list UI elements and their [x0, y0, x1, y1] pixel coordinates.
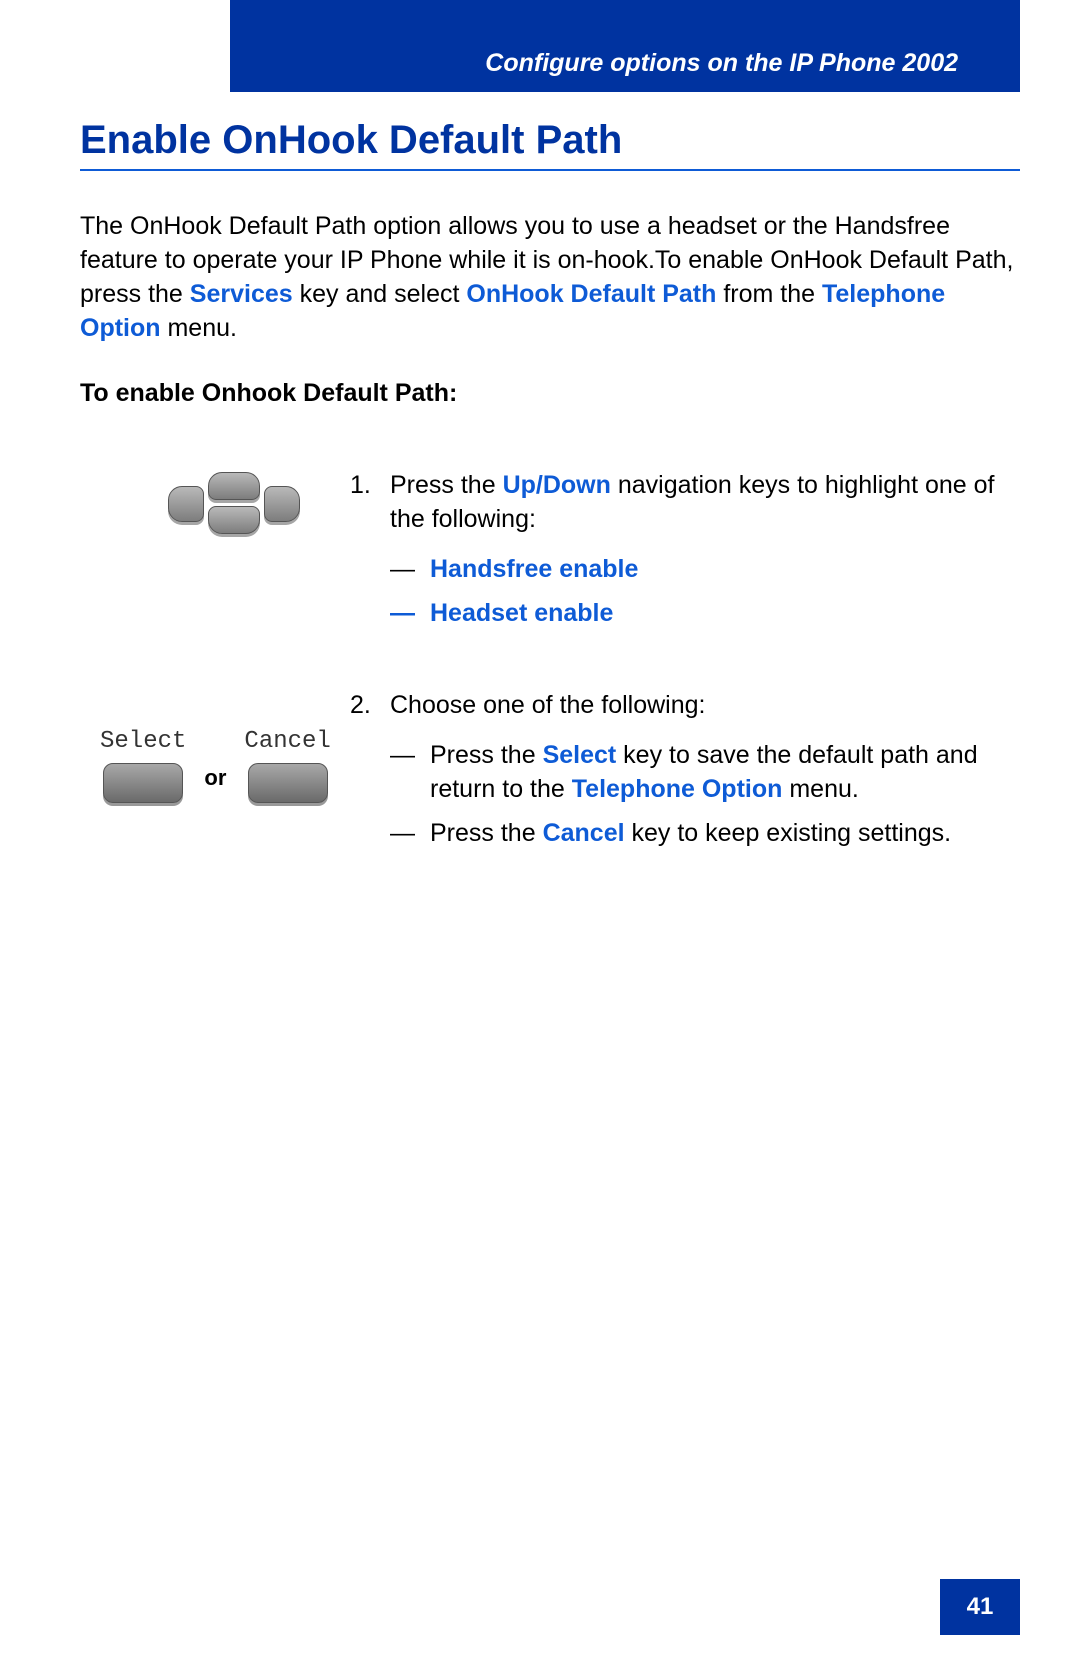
- document-page: Configure options on the IP Phone 2002 E…: [0, 0, 1080, 1669]
- intro-text-4: menu.: [161, 314, 237, 342]
- navigation-pad-icon: [164, 472, 304, 554]
- step-1-body: 1. Press the Up/Down navigation keys to …: [350, 468, 1020, 630]
- header-title: Configure options on the IP Phone 2002: [485, 49, 958, 78]
- procedure-subhead: To enable Onhook Default Path:: [80, 379, 1020, 408]
- step-2-dash-1: —: [390, 738, 414, 806]
- step-2a-text-1: Press the: [430, 741, 543, 769]
- title-rule: [80, 169, 1020, 171]
- intro-key-onhook: OnHook Default Path: [466, 280, 716, 308]
- intro-key-services: Services: [190, 280, 293, 308]
- select-key-icon: Select: [100, 728, 186, 803]
- step-1: 1. Press the Up/Down navigation keys to …: [80, 468, 1020, 630]
- step-2-media: Select or Cancel: [80, 688, 350, 850]
- select-key-shape: [103, 763, 183, 803]
- cancel-key-icon: Cancel: [244, 728, 330, 803]
- step-2-text-1: Choose one of the following:: [390, 691, 706, 719]
- select-key-label: Select: [100, 728, 186, 755]
- step-1-media: [80, 468, 350, 630]
- cancel-key-label: Cancel: [244, 728, 330, 755]
- step-1-dash-1: —: [390, 552, 414, 586]
- intro-text-2: key and select: [293, 280, 467, 308]
- intro-text-3: from the: [716, 280, 822, 308]
- nav-down-icon: [208, 506, 260, 534]
- step-1-text-1: Press the: [390, 471, 503, 499]
- cancel-key-shape: [248, 763, 328, 803]
- step-1-option-headset: Headset enable: [430, 596, 613, 630]
- step-2b-text-1: Press the: [430, 819, 543, 847]
- step-2b-key-cancel: Cancel: [543, 819, 625, 847]
- step-1-option-handsfree: Handsfree enable: [430, 552, 638, 586]
- header-band: Configure options on the IP Phone 2002: [230, 0, 1020, 92]
- step-2a-key-telephone: Telephone Option: [572, 775, 783, 803]
- content-area: Enable OnHook Default Path The OnHook De…: [80, 118, 1020, 908]
- step-1-dash-2: —: [390, 596, 414, 630]
- nav-up-icon: [208, 472, 260, 500]
- page-number: 41: [940, 1579, 1020, 1635]
- step-2b-text-2: key to keep existing settings.: [625, 819, 952, 847]
- step-2a-key-select: Select: [543, 741, 617, 769]
- step-2: Select or Cancel 2. Choose one of the fo…: [80, 688, 1020, 850]
- step-1-number: 1.: [350, 468, 372, 630]
- page-title: Enable OnHook Default Path: [80, 118, 1020, 163]
- step-2a-text-3: menu.: [782, 775, 858, 803]
- nav-left-icon: [168, 486, 204, 522]
- or-text: or: [204, 741, 226, 791]
- nav-right-icon: [264, 486, 300, 522]
- step-1-key-updown: Up/Down: [503, 471, 611, 499]
- intro-paragraph: The OnHook Default Path option allows yo…: [80, 209, 1020, 345]
- step-2-number: 2.: [350, 688, 372, 850]
- step-2-dash-2: —: [390, 816, 414, 850]
- step-2-body: 2. Choose one of the following: — Press …: [350, 688, 1020, 850]
